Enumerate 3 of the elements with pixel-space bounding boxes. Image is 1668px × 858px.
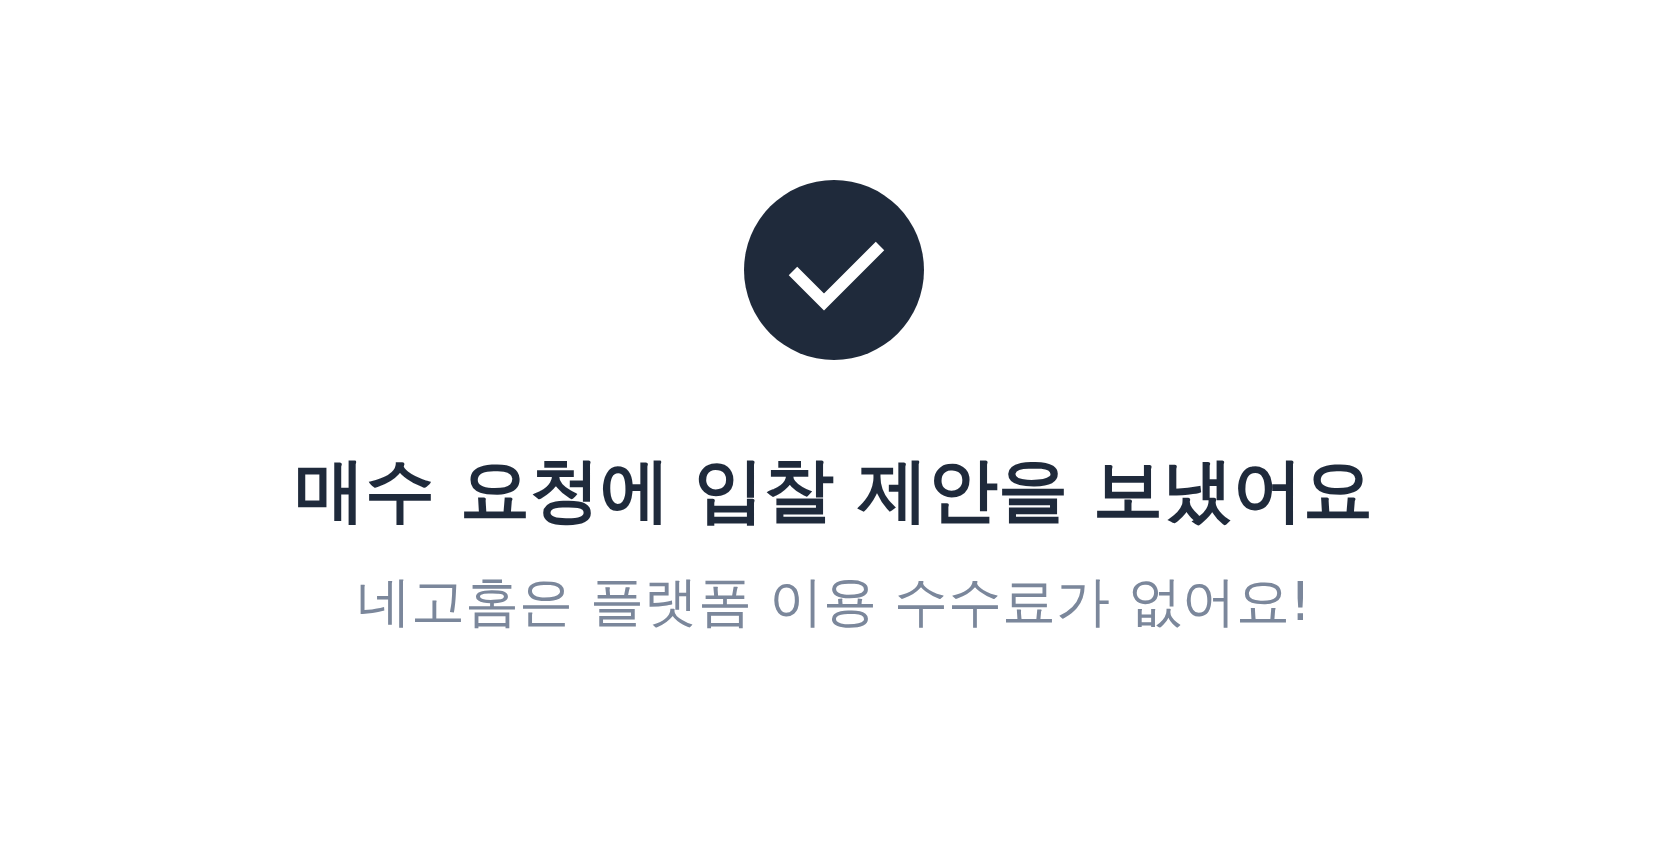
confirmation-title: 매수 요청에 입찰 제안을 보냈어요 xyxy=(295,448,1373,532)
confirmation-subtitle: 네고홈은 플랫폼 이용 수수료가 없어요! xyxy=(356,570,1312,635)
success-check-icon xyxy=(744,180,924,360)
